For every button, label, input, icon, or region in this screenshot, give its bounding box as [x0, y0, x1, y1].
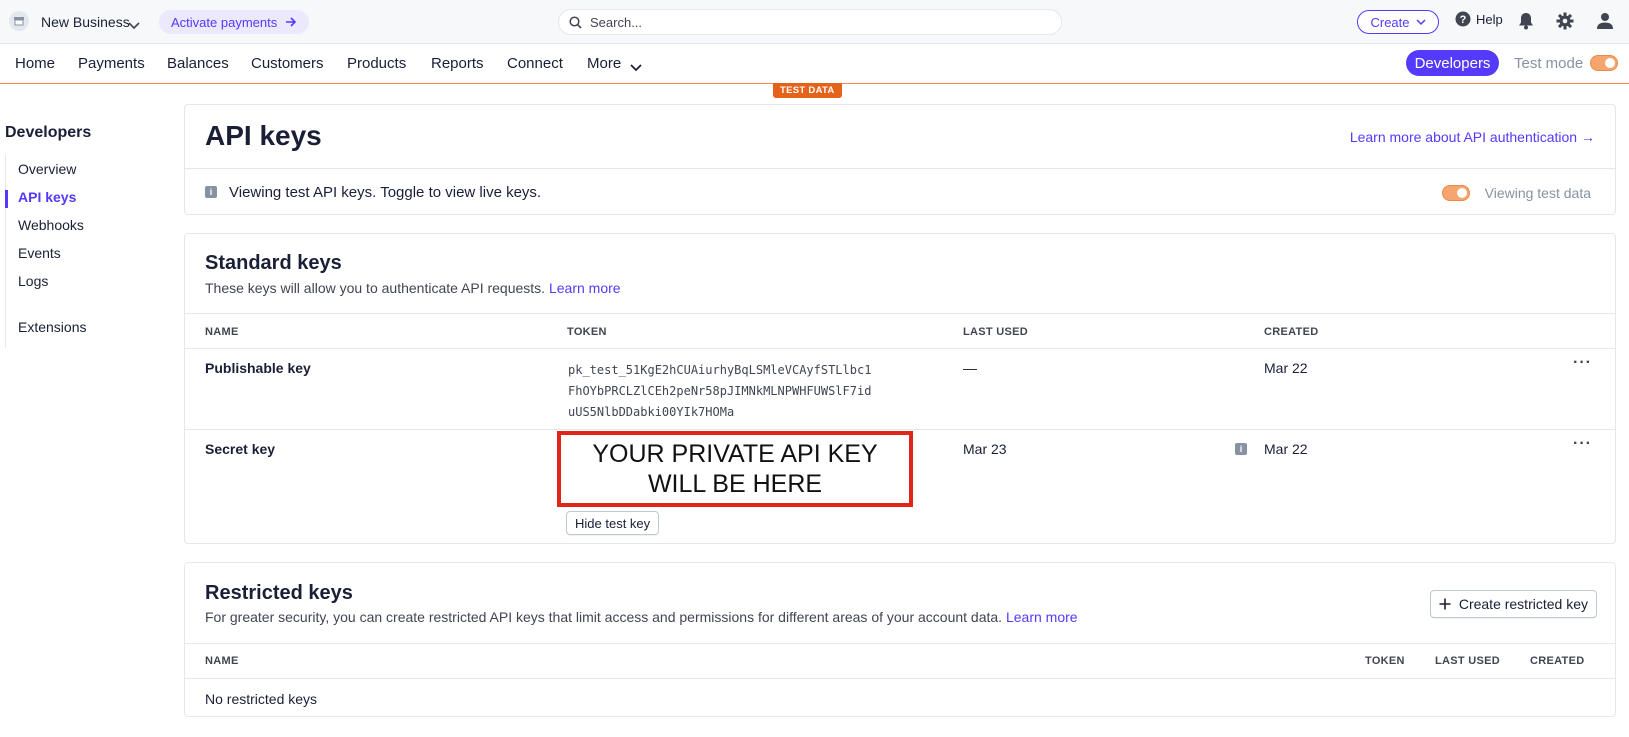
help-label: Help [1476, 11, 1503, 27]
main-nav: Home Payments Balances Customers Product… [0, 44, 1629, 84]
nav-more[interactable]: More [587, 55, 621, 72]
standard-keys-description: These keys will allow you to authenticat… [205, 280, 621, 296]
search-bar[interactable] [558, 9, 1062, 35]
activate-payments-label: Activate payments [171, 14, 278, 30]
api-auth-learn-link[interactable]: Learn more about API authentication → [1350, 129, 1595, 145]
svg-text:?: ? [1460, 14, 1467, 26]
redaction-text-line: YOUR PRIVATE API KEY [592, 440, 878, 468]
token-line: FhOYbPRCLZlCEh2peNr58pJIMNkMLNPWHFUWSlF7… [568, 384, 872, 398]
standard-keys-title: Standard keys [205, 252, 342, 274]
page-title: API keys [205, 120, 322, 151]
restricted-keys-description: For greater security, you can create res… [205, 609, 1078, 625]
test-mode-label: Test mode [1514, 55, 1584, 72]
help-icon: ? [1455, 11, 1471, 27]
publishable-key-created: Mar 22 [1264, 360, 1308, 376]
active-indicator [5, 190, 8, 208]
column-header-created: CREATED [1530, 655, 1585, 667]
info-icon: i [205, 186, 217, 198]
standard-keys-card: Standard keys These keys will allow you … [184, 233, 1616, 544]
nav-payments[interactable]: Payments [78, 55, 145, 72]
sidebar-item-extensions[interactable]: Extensions [18, 319, 86, 335]
test-mode-toggle[interactable] [1590, 55, 1618, 71]
search-input[interactable] [590, 14, 1030, 30]
restricted-keys-title: Restricted keys [205, 582, 353, 604]
create-button[interactable]: Create [1357, 10, 1439, 34]
standard-keys-description-text: These keys will allow you to authenticat… [205, 280, 546, 296]
sidebar-title: Developers [5, 124, 92, 141]
plus-icon [1439, 598, 1451, 610]
create-label: Create [1370, 14, 1410, 30]
column-header-last-used: LAST USED [963, 326, 1029, 338]
top-bar: New Business Activate payments Create ? … [0, 0, 1629, 44]
more-actions-icon[interactable]: ··· [1573, 354, 1592, 372]
column-header-last-used: LAST USED [1435, 655, 1501, 667]
bell-icon[interactable] [1518, 12, 1534, 33]
sidebar-item-logs[interactable]: Logs [18, 273, 48, 289]
help-button[interactable]: ? Help [1455, 11, 1503, 27]
token-line: pk_test_51KgE2hCUAiurhyBqLSMleVCAyfSTLlb… [568, 363, 872, 377]
nav-connect[interactable]: Connect [507, 55, 563, 72]
token-line: uUS5NlbDDabki00YIk7HOMa [568, 405, 735, 419]
secret-key-last-used: Mar 23 [963, 441, 1007, 457]
gear-icon[interactable] [1556, 12, 1574, 33]
divider [185, 168, 1615, 169]
chevron-down-icon[interactable] [630, 59, 642, 75]
divider [185, 348, 1615, 349]
hide-test-key-button[interactable]: Hide test key [566, 511, 660, 535]
nav-products[interactable]: Products [347, 55, 406, 72]
activate-payments-button[interactable]: Activate payments [159, 10, 310, 34]
restricted-keys-description-text: For greater security, you can create res… [205, 609, 1003, 625]
divider [185, 678, 1615, 679]
restricted-keys-card: Restricted keys For greater security, yo… [184, 562, 1616, 717]
nav-customers[interactable]: Customers [251, 55, 324, 72]
sidebar-item-overview[interactable]: Overview [18, 161, 76, 177]
column-header-token: TOKEN [567, 326, 607, 338]
api-keys-header-card: API keys Learn more about API authentica… [184, 104, 1616, 215]
sidebar-item-events[interactable]: Events [18, 245, 61, 261]
sidebar-item-webhooks[interactable]: Webhooks [18, 217, 84, 233]
sidebar-item-api-keys[interactable]: API keys [18, 189, 76, 205]
column-header-name: NAME [205, 655, 239, 667]
info-icon[interactable]: i [1235, 443, 1247, 455]
view-test-data-toggle[interactable] [1442, 185, 1470, 201]
more-actions-icon[interactable]: ··· [1573, 435, 1592, 453]
nav-balances[interactable]: Balances [167, 55, 229, 72]
column-header-created: CREATED [1264, 326, 1319, 338]
publishable-key-name: Publishable key [205, 360, 311, 376]
user-icon[interactable] [1596, 12, 1614, 33]
chevron-down-icon [1415, 18, 1426, 25]
nav-home[interactable]: Home [15, 55, 55, 72]
empty-state-text: No restricted keys [205, 691, 318, 707]
test-data-badge: TEST DATA [773, 83, 842, 98]
create-restricted-key-label: Create restricted key [1458, 596, 1588, 612]
developers-button[interactable]: Developers [1406, 50, 1499, 76]
viewing-test-data-label: Viewing test data [1484, 185, 1591, 201]
divider [185, 429, 1615, 430]
test-keys-notice: Viewing test API keys. Toggle to view li… [229, 184, 542, 201]
business-name[interactable]: New Business [41, 14, 130, 30]
arrow-right-icon [286, 17, 297, 27]
create-restricted-key-button[interactable]: Create restricted key [1429, 590, 1597, 618]
publishable-key-token[interactable]: pk_test_51KgE2hCUAiurhyBqLSMleVCAyfSTLlb… [568, 360, 908, 423]
redaction-text-line: WILL BE HERE [647, 470, 823, 498]
divider [185, 313, 1615, 314]
secret-key-redaction-box: YOUR PRIVATE API KEY WILL BE HERE [557, 431, 913, 507]
secret-key-name: Secret key [205, 441, 276, 457]
column-header-name: NAME [205, 326, 239, 338]
secret-key-created: Mar 22 [1264, 441, 1308, 457]
search-icon [569, 15, 582, 29]
standard-keys-learn-more-link[interactable]: Learn more [549, 280, 621, 296]
chevron-down-icon[interactable] [128, 17, 140, 33]
publishable-key-last-used: — [963, 360, 977, 376]
store-icon[interactable] [9, 11, 29, 31]
restricted-keys-learn-more-link[interactable]: Learn more [1006, 609, 1078, 625]
column-header-token: TOKEN [1365, 655, 1405, 667]
nav-reports[interactable]: Reports [431, 55, 484, 72]
divider [185, 643, 1615, 644]
sidebar-nav: Overview API keys Webhooks Events Logs E… [5, 155, 165, 348]
